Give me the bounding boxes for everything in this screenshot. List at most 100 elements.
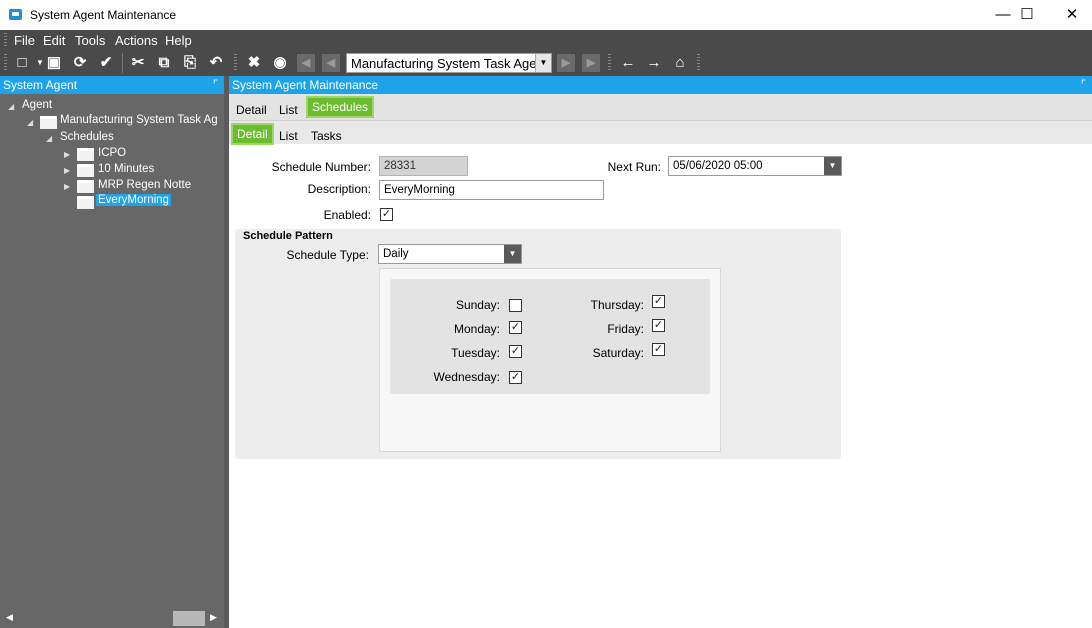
- tab-schedules[interactable]: Schedules: [306, 96, 375, 118]
- menu-grip[interactable]: [4, 33, 7, 47]
- undo-icon[interactable]: ↶: [206, 53, 226, 73]
- close-button[interactable]: ✕: [1049, 0, 1092, 30]
- expand-icon[interactable]: ▶: [64, 166, 70, 175]
- friday-checkbox[interactable]: ✓: [652, 319, 665, 332]
- tree-node-agent-name[interactable]: Manufacturing System Task Ag: [60, 114, 218, 126]
- monday-checkbox[interactable]: ✓: [509, 321, 522, 334]
- schedule-type-label: Schedule Type:: [286, 248, 369, 262]
- tree-horizontal-scrollbar[interactable]: ◀ ▶: [0, 610, 224, 628]
- delete-icon[interactable]: ✖: [244, 53, 264, 73]
- days-of-week-group: Sunday: Monday: ✓ Tuesday: ✓ Wednesday: …: [390, 279, 710, 394]
- pin-icon[interactable]: ⌜: [1081, 76, 1086, 94]
- tree-node-schedule-selected[interactable]: EveryMorning: [96, 194, 171, 206]
- collapse-icon[interactable]: ◢: [27, 118, 33, 127]
- menu-tools[interactable]: Tools: [75, 33, 105, 48]
- chevron-down-icon[interactable]: ▼: [824, 157, 841, 175]
- menu-bar: File Edit Tools Actions Help: [0, 30, 1092, 50]
- schedule-pattern-group: Schedule Pattern Schedule Type: Daily ▼ …: [235, 229, 841, 459]
- tree-panel: System Agent ⌜ ◢ Agent ◢ Manufacturing S…: [0, 76, 224, 628]
- search-icon[interactable]: ◉: [270, 53, 290, 73]
- subtab-detail[interactable]: Detail: [231, 123, 274, 145]
- tree-node-agent[interactable]: Agent: [22, 99, 52, 111]
- schedule-type-value: Daily: [383, 248, 409, 260]
- previous-record-icon[interactable]: ◀: [322, 54, 340, 72]
- folder-icon: [77, 196, 94, 209]
- day-label-sunday: Sunday:: [455, 298, 500, 312]
- thursday-checkbox[interactable]: ✓: [652, 295, 665, 308]
- sub-tabs: Detail List Tasks: [229, 120, 1092, 145]
- menu-file[interactable]: File: [14, 33, 35, 48]
- refresh-icon[interactable]: ⟳: [70, 53, 90, 73]
- menu-edit[interactable]: Edit: [43, 33, 65, 48]
- day-label-saturday: Saturday:: [592, 346, 644, 360]
- schedule-number-label: Schedule Number:: [271, 160, 371, 174]
- window-title: System Agent Maintenance: [30, 8, 177, 22]
- scroll-left-icon[interactable]: ◀: [6, 612, 13, 623]
- tree-node-schedule[interactable]: 10 Minutes: [98, 163, 154, 175]
- folder-icon: [77, 180, 94, 193]
- last-record-icon[interactable]: ▶: [582, 54, 600, 72]
- schedule-pattern-title: Schedule Pattern: [243, 230, 333, 242]
- tuesday-checkbox[interactable]: ✓: [509, 345, 522, 358]
- wednesday-checkbox[interactable]: ✓: [509, 371, 522, 384]
- enabled-label: Enabled:: [323, 208, 371, 222]
- next-run-field[interactable]: 05/06/2020 05:00 ▼: [668, 156, 842, 176]
- collapse-icon[interactable]: ◢: [8, 102, 14, 111]
- days-panel: Sunday: Monday: ✓ Tuesday: ✓ Wednesday: …: [379, 268, 721, 452]
- back-icon[interactable]: ←: [618, 53, 638, 73]
- pin-icon[interactable]: ⌜: [213, 76, 218, 94]
- clear-icon[interactable]: ✔: [96, 53, 116, 73]
- scroll-right-icon[interactable]: ▶: [210, 612, 217, 623]
- day-label-thursday: Thursday:: [590, 298, 644, 312]
- copy-icon[interactable]: ⧉: [154, 53, 174, 73]
- record-navigator-value: Manufacturing System Task Agent: [351, 56, 537, 71]
- first-record-icon[interactable]: ◀: [297, 54, 315, 72]
- menu-help[interactable]: Help: [165, 33, 192, 48]
- enabled-checkbox[interactable]: ✓: [380, 208, 393, 221]
- expand-icon[interactable]: ▶: [64, 182, 70, 191]
- main-panel-title: System Agent Maintenance: [232, 78, 379, 92]
- maximize-button[interactable]: ☐: [1004, 0, 1050, 30]
- main-panel-header: System Agent Maintenance ⌜: [229, 76, 1092, 94]
- schedule-type-select[interactable]: Daily ▼: [378, 244, 522, 264]
- tab-list[interactable]: List: [279, 103, 298, 117]
- sunday-checkbox[interactable]: [509, 299, 522, 312]
- new-icon[interactable]: □: [12, 53, 32, 73]
- schedule-number-field: 28331: [379, 156, 468, 176]
- tree-node-schedule[interactable]: ICPO: [98, 147, 126, 159]
- expand-icon[interactable]: ▶: [64, 150, 70, 159]
- scroll-thumb[interactable]: [173, 611, 205, 626]
- description-label: Description:: [307, 182, 371, 196]
- next-run-label: Next Run:: [607, 160, 661, 174]
- chevron-down-icon[interactable]: ▼: [504, 245, 521, 263]
- record-navigator-combo[interactable]: Manufacturing System Task Agent ▼: [346, 53, 552, 73]
- cut-icon[interactable]: ✂: [128, 53, 148, 73]
- tree-node-schedule[interactable]: MRP Regen Notte: [98, 179, 191, 191]
- toolbar-grip-3[interactable]: [608, 54, 611, 72]
- subtab-list[interactable]: List: [279, 129, 298, 143]
- tree-panel-title: System Agent: [3, 78, 78, 92]
- toolbar-grip-2[interactable]: [234, 54, 237, 72]
- folder-icon: [77, 164, 94, 177]
- toolbar-grip-4[interactable]: [697, 54, 700, 72]
- app-icon: [9, 9, 22, 20]
- description-field[interactable]: EveryMorning: [379, 180, 604, 200]
- home-icon[interactable]: ⌂: [670, 53, 690, 73]
- paste-icon[interactable]: ⎘: [180, 53, 200, 73]
- chevron-down-icon[interactable]: ▼: [535, 54, 551, 72]
- tab-detail[interactable]: Detail: [236, 103, 267, 117]
- tree-node-schedules[interactable]: Schedules: [60, 131, 114, 143]
- save-icon[interactable]: ▣: [44, 53, 64, 73]
- day-label-friday: Friday:: [607, 322, 644, 336]
- next-record-icon[interactable]: ▶: [557, 54, 575, 72]
- menu-actions[interactable]: Actions: [115, 33, 158, 48]
- main-panel: System Agent Maintenance ⌜ Detail List S…: [229, 76, 1092, 628]
- collapse-icon[interactable]: ◢: [46, 134, 52, 143]
- title-bar: System Agent Maintenance — ☐ ✕: [0, 0, 1092, 30]
- forward-icon[interactable]: →: [644, 53, 664, 73]
- toolbar-grip[interactable]: [4, 54, 7, 72]
- saturday-checkbox[interactable]: ✓: [652, 343, 665, 356]
- day-label-monday: Monday:: [453, 322, 500, 336]
- subtab-tasks[interactable]: Tasks: [311, 129, 342, 143]
- folder-icon: [40, 116, 57, 129]
